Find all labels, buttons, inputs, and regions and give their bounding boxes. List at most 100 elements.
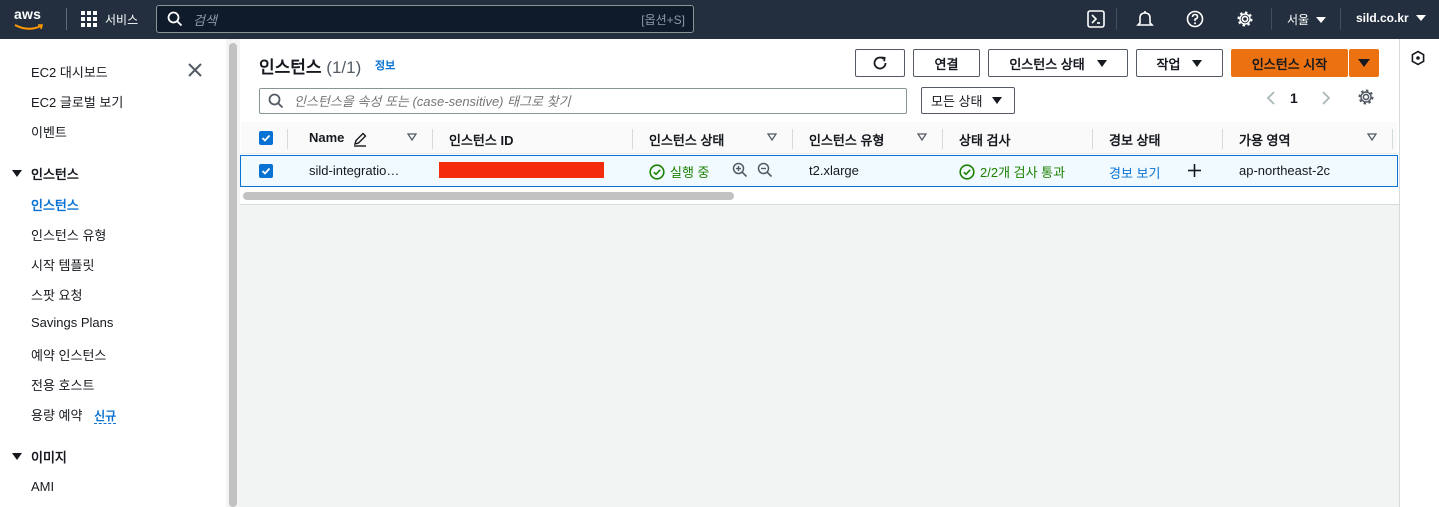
- column-header-name[interactable]: Name: [309, 130, 344, 145]
- nav-separator: [1271, 8, 1272, 30]
- sort-caret-icon[interactable]: [767, 133, 777, 141]
- caret-down-icon: [1316, 16, 1327, 23]
- refresh-button[interactable]: [855, 49, 905, 77]
- search-icon: [167, 11, 183, 27]
- instance-filter-input[interactable]: [259, 88, 907, 114]
- nav-separator: [1340, 8, 1341, 30]
- instance-state-button[interactable]: 인스턴스 상태: [988, 49, 1128, 77]
- actions-label: 작업: [1156, 56, 1181, 72]
- column-separator: [1222, 129, 1223, 149]
- zoom-in-icon[interactable]: [732, 162, 748, 178]
- column-header-instance-state[interactable]: 인스턴스 상태: [649, 130, 724, 149]
- add-alarm-plus-icon[interactable]: [1187, 163, 1202, 178]
- sidebar-item-reserved-instances[interactable]: 예약 인스턴스: [31, 345, 106, 364]
- instance-count: (1/1): [326, 58, 362, 77]
- sidebar-item-savings-plans[interactable]: Savings Plans: [31, 315, 113, 330]
- top-navigation: aws 서비스 검색 [옵션+S] 서울 sild.co.kr: [0, 0, 1439, 39]
- account-menu[interactable]: sild.co.kr: [1356, 11, 1426, 25]
- hexagon-info-icon[interactable]: [1410, 50, 1426, 66]
- chevron-left-icon: [1266, 91, 1275, 105]
- sidebar-item-ami[interactable]: AMI: [31, 479, 54, 494]
- caret-down-icon: [12, 453, 22, 460]
- column-separator: [942, 129, 943, 149]
- bell-icon[interactable]: [1135, 9, 1155, 29]
- caret-down-icon: [1096, 59, 1107, 67]
- page-title-text: 인스턴스: [259, 58, 322, 77]
- nav-divider: [66, 8, 67, 30]
- nav-separator: [1116, 8, 1117, 30]
- sidebar-item-ec2-dashboard[interactable]: EC2 대시보드: [31, 62, 108, 81]
- grid-icon: [81, 11, 97, 27]
- column-separator: [792, 129, 793, 149]
- search-placeholder: 검색: [193, 12, 217, 28]
- column-header-availability-zone[interactable]: 가용 영역: [1239, 130, 1290, 149]
- status-check-cell: 2/2개 검사 통과: [959, 162, 1065, 181]
- caret-down-icon: [12, 170, 22, 177]
- region-selector[interactable]: 서울: [1287, 11, 1327, 28]
- instance-filter-field[interactable]: [294, 93, 894, 109]
- column-header-instance-type[interactable]: 인스턴스 유형: [809, 130, 884, 149]
- zoom-out-icon[interactable]: [757, 162, 773, 178]
- sidebar-item-launch-templates[interactable]: 시작 템플릿: [31, 255, 94, 274]
- instance-name-cell[interactable]: sild-integratio…: [309, 163, 399, 178]
- sidebar-item-dedicated-hosts[interactable]: 전용 호스트: [31, 375, 94, 394]
- account-label: sild.co.kr: [1356, 11, 1409, 25]
- state-filter-select[interactable]: 모든 상태: [921, 87, 1015, 114]
- aws-logo[interactable]: aws: [14, 6, 50, 32]
- column-separator: [1392, 129, 1393, 149]
- previous-page-button[interactable]: [1263, 89, 1279, 107]
- select-all-checkbox[interactable]: [259, 131, 273, 145]
- view-alarms-link[interactable]: 경보 보기: [1109, 163, 1160, 182]
- column-separator: [432, 129, 433, 149]
- table-settings-gear-icon[interactable]: [1357, 88, 1375, 106]
- instance-type-cell: t2.xlarge: [809, 163, 859, 178]
- actions-button[interactable]: 작업: [1136, 49, 1223, 77]
- sidebar-item-capacity-reservations[interactable]: 용량 예약 신규: [31, 405, 117, 424]
- close-icon[interactable]: [186, 61, 204, 79]
- checkmark-icon: [261, 167, 271, 175]
- global-search-input[interactable]: 검색 [옵션+S]: [156, 5, 694, 33]
- edit-pencil-icon[interactable]: [352, 131, 368, 147]
- current-page-number[interactable]: 1: [1290, 90, 1298, 106]
- caret-down-icon: [1415, 15, 1426, 21]
- connect-button[interactable]: 연결: [913, 49, 980, 77]
- sidebar-item-label: 용량 예약: [31, 408, 83, 423]
- sort-caret-icon[interactable]: [1367, 133, 1377, 141]
- column-header-instance-id[interactable]: 인스턴스 ID: [449, 130, 513, 149]
- services-label: 서비스: [105, 12, 139, 27]
- info-link[interactable]: 정보: [375, 57, 395, 73]
- column-header-status-check[interactable]: 상태 검사: [959, 130, 1010, 149]
- sidebar-item-instances[interactable]: 인스턴스: [31, 195, 79, 214]
- caret-down-icon: [1358, 59, 1370, 67]
- sidebar-section-images[interactable]: 이미지: [12, 447, 67, 466]
- check-circle-icon: [649, 163, 665, 180]
- table-horizontal-scrollbar-thumb[interactable]: [243, 192, 734, 200]
- right-side-rail: [1399, 39, 1439, 507]
- page-title: 인스턴스 (1/1): [259, 53, 361, 78]
- sidebar-section-instances[interactable]: 인스턴스: [12, 164, 79, 183]
- column-separator: [287, 129, 288, 149]
- services-menu-button[interactable]: 서비스: [81, 9, 138, 29]
- search-icon: [268, 93, 284, 109]
- aws-smile-icon: [14, 24, 44, 30]
- settings-gear-icon[interactable]: [1235, 9, 1255, 29]
- region-label: 서울: [1287, 13, 1310, 27]
- instance-id-redacted: [439, 162, 604, 178]
- sidebar-item-spot-requests[interactable]: 스팟 요청: [31, 285, 82, 304]
- sort-caret-icon[interactable]: [407, 133, 417, 141]
- launch-instances-button[interactable]: 인스턴스 시작: [1231, 49, 1348, 77]
- new-badge: 신규: [94, 409, 117, 424]
- sidebar-item-instance-types[interactable]: 인스턴스 유형: [31, 225, 106, 244]
- help-icon[interactable]: [1185, 9, 1205, 29]
- sidebar-item-ec2-global-view[interactable]: EC2 글로벌 보기: [31, 92, 123, 111]
- sidebar-item-events[interactable]: 이벤트: [31, 122, 67, 141]
- cloudshell-icon[interactable]: [1086, 9, 1106, 29]
- column-header-alarm-status[interactable]: 경보 상태: [1109, 130, 1160, 149]
- instance-state-cell: 실행 중: [649, 162, 710, 181]
- sort-caret-icon[interactable]: [917, 133, 927, 141]
- launch-instances-dropdown[interactable]: [1349, 49, 1379, 77]
- row-checkbox[interactable]: [259, 164, 273, 178]
- sidebar-scrollbar-thumb[interactable]: [229, 43, 237, 507]
- sidebar-section-title: 인스턴스: [31, 167, 79, 182]
- next-page-button[interactable]: [1318, 89, 1334, 107]
